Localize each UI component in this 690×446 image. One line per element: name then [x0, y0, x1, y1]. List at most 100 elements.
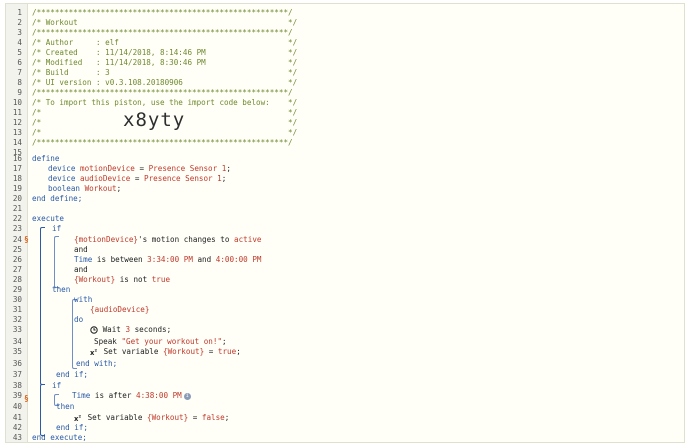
line-number: 19 [12, 184, 22, 193]
line-number: 4 [17, 38, 22, 47]
line-number: 18 [12, 174, 22, 183]
time-value: 3:34:00 PM [147, 255, 193, 264]
operator: = [130, 174, 145, 183]
line-number: 39 [12, 391, 22, 400]
if-keyword: if [52, 224, 62, 233]
line-number: 31 [12, 305, 22, 314]
line-number: 8 [17, 78, 22, 87]
condition-bracket [54, 236, 59, 288]
code-line-19: boolean Workout; [48, 184, 122, 193]
line-number: 24 [12, 235, 22, 244]
end-if-keyword: end if; [56, 370, 89, 379]
do-keyword: do [74, 315, 84, 324]
line-number: 23 [12, 224, 22, 233]
condition-line[interactable]: {motionDevice}'s motion changes to activ… [74, 235, 261, 245]
variable-reference: {Workout} [163, 347, 205, 356]
execute-keyword: execute [32, 214, 65, 223]
line-number: 37 [12, 370, 22, 379]
variable-name: Workout [84, 184, 117, 193]
end-with-keyword: end with; [76, 359, 118, 368]
speak-statement[interactable]: Speak "Get your workout on!"; [94, 337, 227, 347]
wait-statement[interactable]: Wait 3 seconds; [90, 325, 171, 335]
line-number: 42 [12, 423, 22, 432]
if-block-bracket [40, 384, 45, 436]
line-number: 26 [12, 255, 22, 264]
end-execute-keyword: end execute; [32, 433, 87, 442]
variable-x-squared-icon: x2 [90, 349, 98, 356]
and-operator: and [74, 265, 88, 274]
line-number: 17 [12, 164, 22, 173]
device-value[interactable]: Presence Sensor 1 [144, 174, 222, 183]
variable-x-squared-icon: x2 [74, 415, 82, 422]
header-comment-line: /***************************************… [32, 138, 293, 147]
variable-reference: {Workout} [147, 413, 189, 422]
if-block-bracket [40, 227, 45, 385]
speak-text: "Get your workout on!" [121, 337, 223, 346]
then-keyword: then [52, 285, 71, 294]
line-number: 20 [12, 194, 22, 203]
set-variable-statement[interactable]: x2 Set variable {Workout} = true; [90, 347, 241, 357]
line-number: 41 [12, 413, 22, 422]
line-number: 38 [12, 381, 22, 390]
condition-line[interactable]: {Workout} is not true [74, 275, 170, 285]
line-number: 25 [12, 245, 22, 254]
variable-reference: {Workout} [74, 275, 116, 284]
line-number: 7 [17, 68, 22, 77]
import-code: x8yty [123, 109, 186, 131]
variable-name: motionDevice [80, 164, 135, 173]
header-comment-line: /* Workout */ [32, 18, 298, 27]
svg-text:2: 2 [95, 349, 98, 353]
line-number: 43 [12, 433, 22, 442]
header-comment-line: /***************************************… [32, 28, 293, 37]
line-number: 16 [12, 154, 22, 163]
line-number: 11 [12, 108, 22, 117]
time-value: 4:00:00 PM [215, 255, 262, 264]
line-number: 22 [12, 214, 22, 223]
header-comment-line: /* Created : 11/14/2018, 8:14:46 PM */ [32, 48, 298, 57]
type-keyword: device [48, 174, 76, 183]
trigger-marker-icon: § [24, 394, 29, 403]
line-number: 33 [12, 325, 22, 334]
if-keyword: if [52, 381, 62, 390]
clock-icon [90, 326, 98, 334]
end-define-keyword: end define; [32, 194, 83, 203]
line-number: 28 [12, 275, 22, 284]
then-keyword: then [56, 402, 75, 411]
device-reference[interactable]: {audioDevice} [90, 305, 149, 315]
operator: = [134, 164, 149, 173]
line-number: 2 [17, 18, 22, 27]
set-variable-statement[interactable]: x2 Set variable {Workout} = false; [74, 413, 229, 423]
code-line-18: device audioDevice = Presence Sensor 1; [48, 174, 227, 183]
type-keyword: boolean [48, 184, 81, 193]
time-value: 4:38:00 PM [136, 391, 182, 400]
condition-line[interactable]: Time is between 3:34:00 PM and 4:00:00 P… [74, 255, 261, 265]
type-keyword: device [48, 164, 76, 173]
line-number: 5 [17, 48, 22, 57]
trigger-marker-icon: § [24, 235, 29, 244]
device-value[interactable]: Presence Sensor 1 [149, 164, 227, 173]
line-number: 1 [17, 8, 22, 17]
condition-value: true [151, 275, 171, 284]
line-number: 12 [12, 118, 22, 127]
line-number: 3 [17, 28, 22, 37]
line-number: 14 [12, 138, 22, 147]
and-operator: and [74, 245, 88, 254]
header-comment-line: /* Modified : 11/14/2018, 8:30:46 PM */ [32, 58, 298, 67]
condition-line[interactable]: Time is after 4:38:00 PM i [72, 391, 191, 401]
header-comment-line: /* To import this piston, use the import… [32, 98, 298, 107]
line-number: 6 [17, 58, 22, 67]
code-line-17: device motionDevice = Presence Sensor 1; [48, 164, 231, 173]
line-number: 9 [17, 88, 22, 97]
piston-code-viewer: 1 2 3 4 5 6 7 8 9 10 11 12 13 14 15 16 17 18 19 20 21 22 23 24 2… [5, 3, 685, 443]
svg-text:2: 2 [79, 415, 82, 419]
line-number: 40 [12, 402, 22, 411]
line-number: 35 [12, 347, 22, 356]
info-icon[interactable]: i [183, 392, 191, 400]
line-number: 27 [12, 265, 22, 274]
header-comment-line: /* Build : 3 */ [32, 68, 298, 77]
header-comment-line: /* UI version : v0.3.108.20180906 */ [32, 78, 298, 87]
line-number: 34 [12, 337, 22, 346]
header-comment-line: /***************************************… [32, 88, 293, 97]
device-reference: {motionDevice} [74, 235, 139, 244]
line-number: 13 [12, 128, 22, 137]
